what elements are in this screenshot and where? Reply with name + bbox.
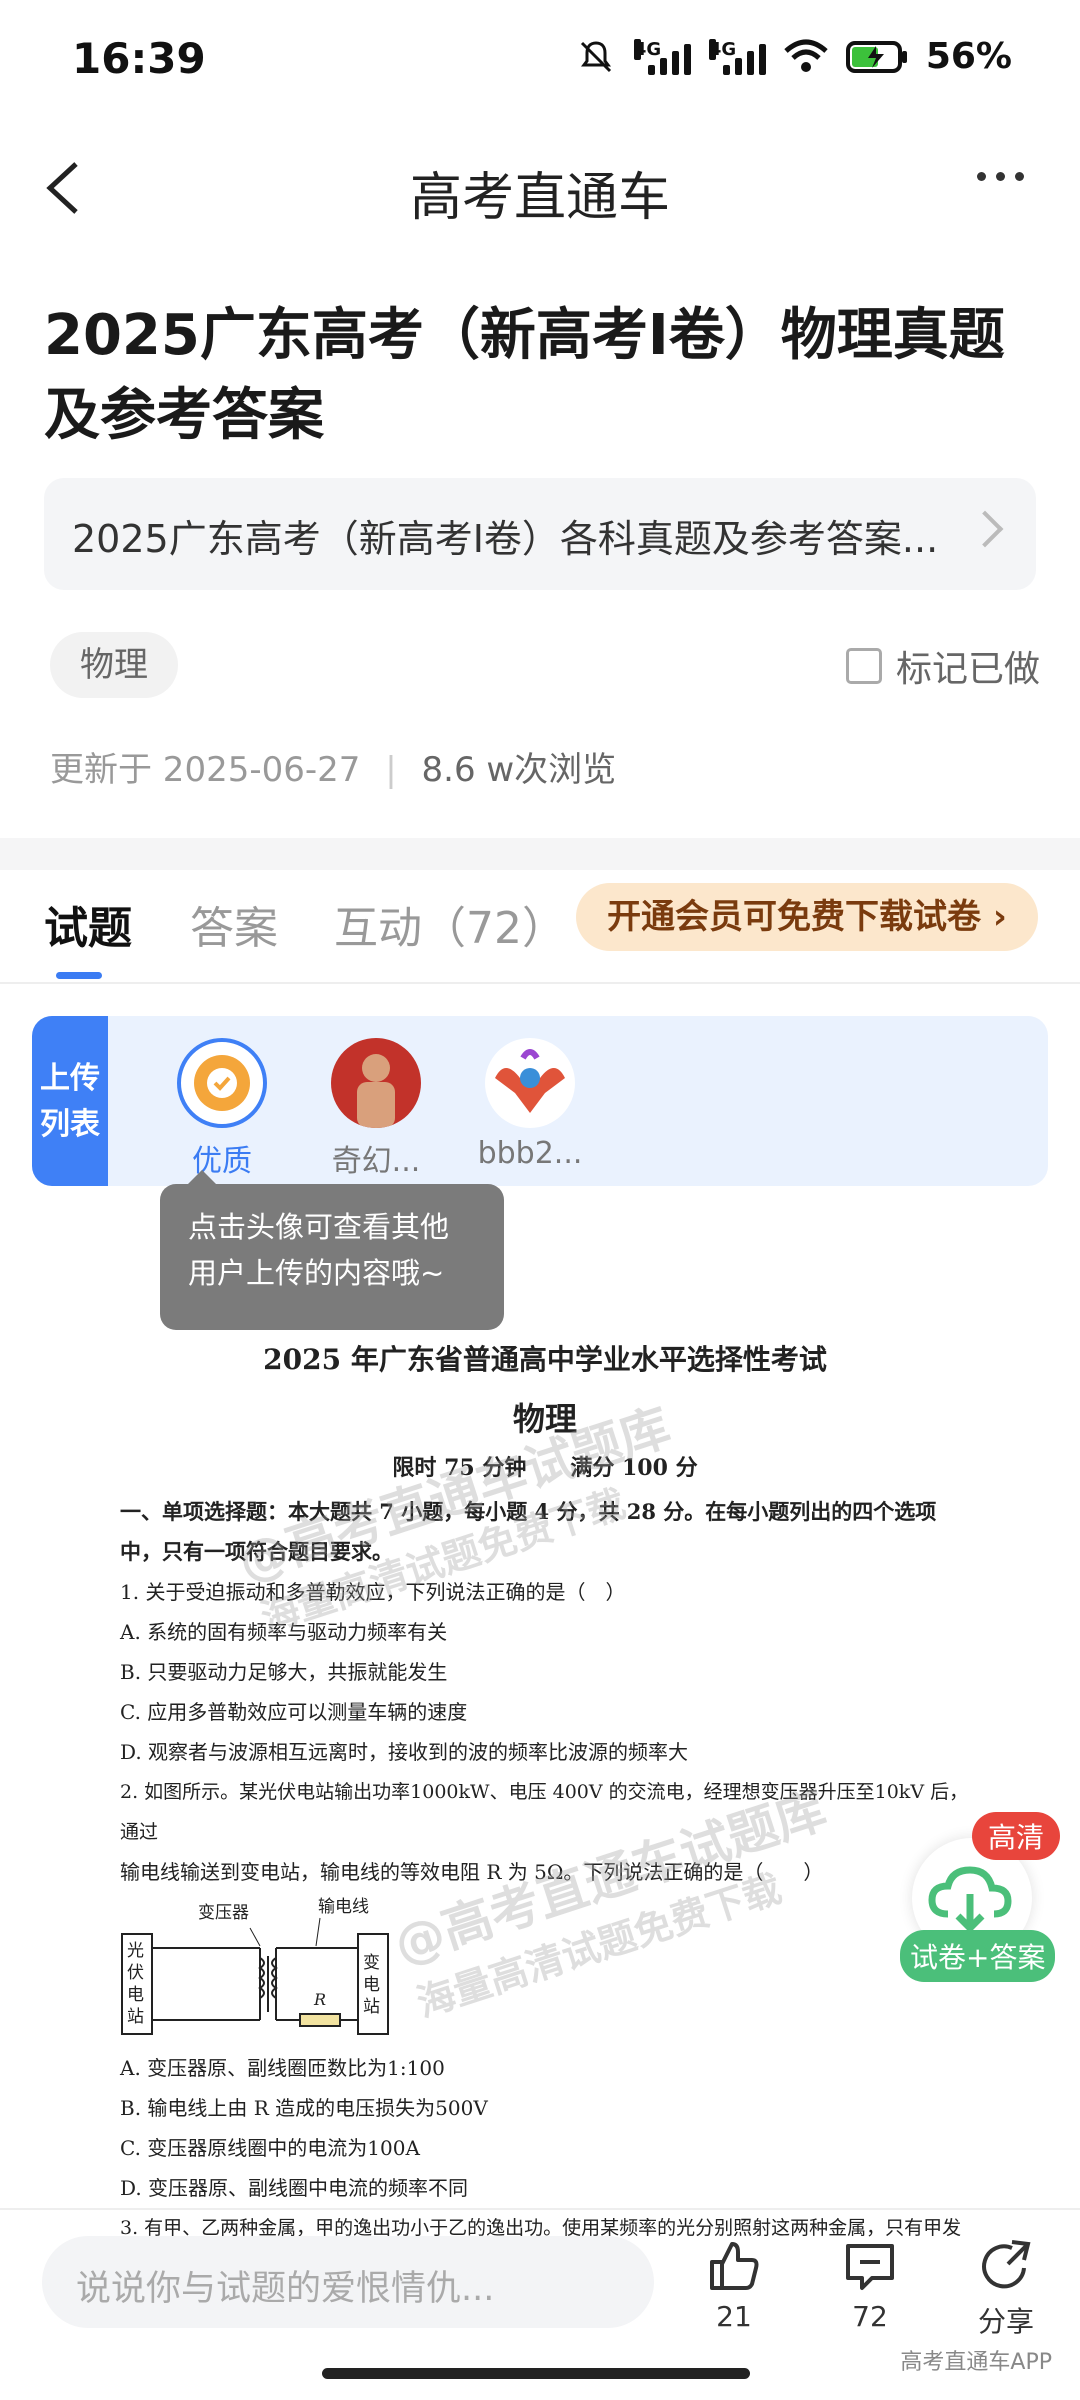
doc-q2a: A. 变压器原、副线圈匝数比为1:100 xyxy=(120,2056,445,2080)
download-float-button[interactable]: 高清 试卷+答案 xyxy=(900,1808,1060,1988)
thumbs-up-icon xyxy=(710,2242,759,2290)
doc-title: 2025 年广东省普通高中学业水平选择性考试 xyxy=(263,1343,827,1376)
comment-button[interactable]: 72 xyxy=(820,2238,920,2333)
battery-percent: 56% xyxy=(925,36,1012,77)
avatar xyxy=(331,1038,421,1128)
like-count: 21 xyxy=(716,2300,752,2333)
collection-link[interactable]: 2025广东高考（新高考I卷）各科真题及参考答案... xyxy=(44,478,1036,590)
update-date: 更新于 2025-06-27 xyxy=(50,750,361,790)
fig-label-r: R xyxy=(314,1990,327,2009)
uploader-list-label: 上传 列表 xyxy=(32,1016,108,1186)
tab-interact[interactable]: 互动（72） xyxy=(334,892,566,956)
comment-input[interactable]: 说说你与试题的爱恨情仇... xyxy=(42,2236,654,2328)
doc-q2d: D. 变压器原、副线圈中电流的频率不同 xyxy=(120,2176,469,2200)
fig-label-line: 输电线 xyxy=(318,1897,369,1917)
more-options-icon[interactable] xyxy=(977,172,1024,181)
doc-q2b: B. 输电线上由 R 造成的电压损失为500V xyxy=(120,2096,488,2120)
share-button[interactable]: 分享 xyxy=(956,2238,1056,2340)
mark-done-checkbox[interactable]: 标记已做 xyxy=(845,640,1040,692)
comment-placeholder: 说说你与试题的爱恨情仇... xyxy=(76,2269,495,2309)
share-label: 分享 xyxy=(977,2305,1034,2338)
avatar xyxy=(485,1038,575,1128)
like-button[interactable]: 21 xyxy=(684,2238,784,2333)
uploader-tooltip: 点击头像可查看其他用户上传的内容哦~ xyxy=(160,1170,504,1330)
tab-indicator xyxy=(56,972,102,979)
doc-q2c: C. 变压器原线圈中的电流为100A xyxy=(120,2136,420,2160)
page-title: 2025广东高考（新高考I卷）物理真题及参考答案 xyxy=(44,303,1005,448)
uploader-quality[interactable]: 优质 xyxy=(162,1038,282,1180)
doc-q1a: A. 系统的固有频率与驱动力频率有关 xyxy=(120,1620,448,1644)
tab-divider xyxy=(0,982,1080,984)
article-meta: 更新于 2025-06-27 | 8.6 w次浏览 xyxy=(50,750,617,790)
quality-badge-avatar xyxy=(177,1038,267,1128)
mark-done-label: 标记已做 xyxy=(895,649,1040,690)
doc-q2-line1: 2. 如图所示。某光伏电站输出功率1000kW、电压 400V 的交流电，经理想… xyxy=(120,1781,969,1843)
collection-label: 2025广东高考（新高考I卷）各科真题及参考答案... xyxy=(72,517,939,561)
uploader-user-3[interactable]: bbb2... xyxy=(470,1038,590,1171)
vip-download-button[interactable]: 开通会员可免费下载试卷 › xyxy=(576,883,1038,951)
hd-badge: 高清 xyxy=(971,1812,1060,1860)
doc-q1d: D. 观察者与波源相互远离时，接收到的波的频率比波源的频率大 xyxy=(120,1740,689,1764)
download-label: 试卷+答案 xyxy=(900,1930,1056,1982)
wifi-icon xyxy=(784,39,828,72)
chevron-right-icon xyxy=(966,510,1004,548)
fig-label-pv: 光伏电站 xyxy=(127,1941,144,2027)
uploader-panel: 上传 列表 优质 奇幻... bbb2... xyxy=(32,1016,1048,1186)
app-watermark: 高考直通车APP xyxy=(900,2350,1052,2375)
view-count: 8.6 w次浏览 xyxy=(421,750,617,790)
doc-q1b: B. 只要驱动力足够大，共振就能发生 xyxy=(120,1660,448,1684)
subject-tag[interactable]: 物理 xyxy=(50,632,178,698)
bottom-divider xyxy=(0,2208,1080,2210)
tab-answers[interactable]: 答案 xyxy=(190,892,278,956)
fig-label-sub: 变电站 xyxy=(363,1953,380,2017)
comment-count: 72 xyxy=(852,2300,888,2333)
status-icons: 4G 4G 56% xyxy=(576,36,1012,77)
battery-icon xyxy=(845,40,907,73)
share-icon xyxy=(982,2240,1031,2289)
status-time: 16:39 xyxy=(72,34,206,83)
signal-1-icon: 4G xyxy=(633,38,691,75)
home-indicator[interactable] xyxy=(322,2368,750,2379)
tab-questions[interactable]: 试题 xyxy=(44,892,132,956)
section-separator xyxy=(0,838,1080,870)
uploader-user-2[interactable]: 奇幻... xyxy=(316,1038,436,1180)
signal-2-icon: 4G xyxy=(708,38,766,75)
comment-icon xyxy=(846,2244,894,2290)
checkbox-icon xyxy=(845,648,882,684)
fig-label-transformer: 变压器 xyxy=(198,1903,249,1923)
doc-q1c: C. 应用多普勒效应可以测量车辆的速度 xyxy=(120,1700,468,1724)
mute-bell-icon xyxy=(580,40,611,72)
header-title: 高考直通车 xyxy=(409,168,670,228)
